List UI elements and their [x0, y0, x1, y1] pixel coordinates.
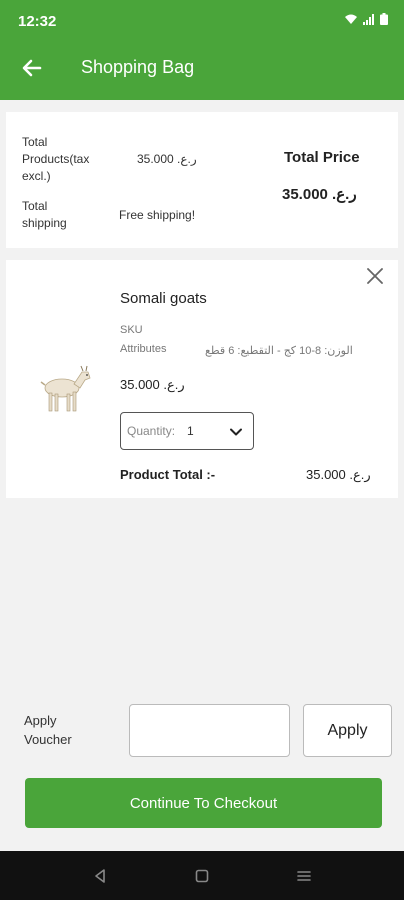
total-shipping-value: Free shipping! [119, 208, 196, 222]
product-total-value: ر.ع. 35.000 [306, 467, 371, 482]
voucher-input[interactable] [129, 704, 290, 757]
status-bar: 12:32 [0, 0, 404, 36]
battery-icon [380, 13, 388, 25]
close-icon[interactable] [366, 267, 384, 285]
attributes-label: Attributes [120, 343, 167, 355]
apply-voucher-button[interactable]: Apply [303, 704, 392, 757]
app-bar: Shopping Bag [0, 36, 404, 100]
total-products-label: Total Products(tax excl.) [22, 135, 90, 183]
goat-image [40, 365, 91, 412]
sku-label: SKU [120, 324, 143, 336]
status-time: 12:32 [18, 13, 57, 30]
cart-item-card: Somali goats SKU Attributes الوزن: 8-10 … [6, 260, 398, 498]
total-shipping-label: Total shipping [22, 199, 67, 230]
continue-to-checkout-button[interactable]: Continue To Checkout [25, 778, 382, 828]
product-total-label: Product Total :- [120, 467, 216, 482]
product-price: ر.ع. 35.000 [120, 377, 185, 392]
product-name: Somali goats [120, 290, 207, 307]
quantity-label: Quantity: [127, 424, 176, 438]
wifi-icon [345, 14, 357, 24]
quantity-dropdown[interactable]: Quantity: 1 [120, 412, 254, 450]
status-icons [344, 13, 388, 25]
nav-recents-icon[interactable] [296, 868, 312, 884]
total-price-title: Total Price [284, 149, 360, 166]
total-price-value: ر.ع. 35.000 [282, 186, 357, 203]
page-title: Shopping Bag [81, 57, 195, 77]
voucher-label: Apply Voucher [24, 713, 72, 747]
system-navigation-bar [0, 851, 404, 900]
quantity-value: 1 [187, 424, 194, 438]
signal-icon [363, 14, 374, 25]
chevron-down-icon [230, 428, 242, 436]
nav-home-icon[interactable] [194, 868, 210, 884]
nav-back-icon[interactable] [92, 868, 108, 884]
attributes-value: الوزن: 8-10 كج - التقطيع: 6 قطع [205, 345, 353, 357]
order-summary-card: Total Products(tax excl.) ر.ع. 35.000 To… [6, 112, 398, 248]
total-products-value: ر.ع. 35.000 [137, 152, 197, 166]
back-arrow-icon[interactable] [20, 56, 44, 80]
